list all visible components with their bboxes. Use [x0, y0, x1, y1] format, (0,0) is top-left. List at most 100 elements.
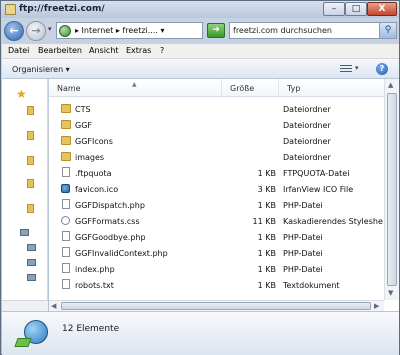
favorites-star-icon[interactable]: ★ [16, 87, 27, 101]
file-row[interactable]: robots.txt 1 KB Textdokument [49, 277, 384, 293]
file-type: Kaskadierendes Stylesheet-... [283, 217, 383, 226]
forward-button[interactable]: → [26, 21, 46, 41]
drive-icon[interactable] [27, 244, 36, 251]
file-row[interactable]: GGFFormats.css 11 KB Kaskadierendes Styles… [49, 213, 384, 229]
menu-bar: Datei Bearbeiten Ansicht Extras ? [2, 44, 399, 59]
php-file-icon [62, 247, 70, 257]
refresh-go-button[interactable]: ➜ [207, 23, 225, 38]
internet-globe-icon [59, 25, 71, 37]
file-type: PHP-Datei [283, 233, 323, 242]
file-row[interactable]: GGFInvalidContext.php 1 KB PHP-Datei [49, 245, 384, 261]
file-name[interactable]: GGFIcons [75, 137, 113, 146]
nav-folder-icon[interactable] [27, 131, 34, 140]
file-type: Dateiordner [283, 121, 331, 130]
scroll-up-icon[interactable]: ▲ [388, 81, 393, 89]
close-button[interactable]: X [367, 2, 397, 16]
column-size-label: Größe [230, 84, 255, 93]
address-row: ← → ▾ ▸ Internet ▸ freetzi.... ▾ ➜ freet… [1, 18, 399, 44]
file-name[interactable]: images [75, 153, 104, 162]
views-icon[interactable] [340, 65, 352, 74]
file-name[interactable]: favicon.ico [75, 185, 118, 194]
address-path[interactable]: ▸ Internet ▸ freetzi.... ▾ [75, 26, 165, 35]
file-name[interactable]: .ftpquota [75, 169, 112, 178]
file-name[interactable]: CTS [75, 105, 91, 114]
file-type: IrfanView ICO File [283, 185, 354, 194]
horizontal-scrollbar[interactable]: ◀ ▶ [49, 300, 384, 311]
column-name-label: Name [57, 84, 81, 93]
text-file-icon [62, 279, 70, 289]
scroll-down-icon[interactable]: ▼ [388, 289, 393, 297]
file-size: 1 KB [257, 265, 276, 274]
item-count: 12 Elemente [62, 324, 120, 334]
file-row[interactable]: GGFIcons Dateiordner [49, 133, 384, 149]
file-row[interactable]: .ftpquota 1 KB FTPQUOTA-Datei [49, 165, 384, 181]
file-list: Name ▲ Größe Typ CTS Dateiordner GGF Dateio… [49, 79, 399, 311]
navigation-pane: ★ [2, 79, 48, 311]
address-bar[interactable]: ▸ Internet ▸ freetzi.... ▾ [56, 22, 203, 39]
command-bar: Organisieren ▾ ▾ ? [2, 59, 399, 79]
file-row[interactable]: GGFGoodbye.php 1 KB PHP-Datei [49, 229, 384, 245]
file-row[interactable]: GGFDispatch.php 1 KB PHP-Datei [49, 197, 384, 213]
file-row[interactable]: favicon.ico 3 KB IrfanView ICO File [49, 181, 384, 197]
search-placeholder: freetzi.com durchsuchen [233, 26, 332, 35]
help-icon[interactable]: ? [376, 63, 388, 75]
column-header-size[interactable]: Größe [222, 79, 279, 97]
explorer-window: ftp://freetzi.com/ – □ X ← → ▾ ▸ Interne… [0, 0, 400, 355]
vertical-scroll-thumb[interactable] [387, 93, 397, 286]
file-row[interactable]: GGF Dateiordner [49, 117, 384, 133]
nav-folder-icon[interactable] [27, 156, 34, 165]
drive-icon[interactable] [27, 259, 36, 266]
file-row[interactable]: CTS Dateiordner [49, 101, 384, 117]
search-icon[interactable]: ⚲ [379, 23, 396, 38]
scroll-left-icon[interactable]: ◀ [51, 302, 56, 310]
file-name[interactable]: GGF [75, 121, 92, 130]
file-name[interactable]: GGFInvalidContext.php [75, 249, 168, 258]
menu-tools[interactable]: Extras [126, 46, 151, 55]
file-type: Dateiordner [283, 105, 331, 114]
drive-icon[interactable] [27, 274, 36, 281]
file-type: Textdokument [283, 281, 340, 290]
views-chevron-down-icon[interactable]: ▾ [355, 64, 359, 72]
file-icon [62, 167, 70, 177]
file-name[interactable]: GGFDispatch.php [75, 201, 145, 210]
sort-ascending-icon: ▲ [132, 81, 137, 88]
vertical-scrollbar[interactable]: ▲ ▼ [384, 79, 399, 300]
file-type: PHP-Datei [283, 265, 323, 274]
history-dropdown-icon[interactable]: ▾ [48, 25, 52, 33]
menu-help[interactable]: ? [160, 46, 164, 55]
menu-file[interactable]: Datei [8, 46, 29, 55]
folder-icon [61, 136, 71, 145]
ftp-folder-icon [5, 4, 16, 15]
nav-folder-icon[interactable] [27, 179, 34, 188]
file-size: 3 KB [257, 185, 276, 194]
back-button[interactable]: ← [4, 21, 24, 41]
organize-button[interactable]: Organisieren ▾ [12, 65, 70, 74]
horizontal-scroll-thumb[interactable] [61, 302, 371, 310]
minimize-button[interactable]: – [323, 2, 345, 16]
maximize-button[interactable]: □ [345, 2, 367, 16]
scroll-right-icon[interactable]: ▶ [374, 302, 379, 310]
file-name[interactable]: GGFFormats.css [75, 217, 140, 226]
menu-edit[interactable]: Bearbeiten [38, 46, 82, 55]
php-file-icon [62, 231, 70, 241]
nav-horizontal-scrollbar[interactable] [2, 300, 48, 311]
file-row[interactable]: images Dateiordner [49, 149, 384, 165]
file-row[interactable]: index.php 1 KB PHP-Datei [49, 261, 384, 277]
computer-icon[interactable] [20, 229, 29, 236]
file-size: 1 KB [257, 281, 276, 290]
nav-folder-icon[interactable] [27, 106, 34, 115]
column-header-type[interactable]: Typ [279, 79, 389, 97]
network-badge-icon [14, 338, 32, 347]
menu-view[interactable]: Ansicht [89, 46, 119, 55]
file-size: 1 KB [257, 169, 276, 178]
file-name[interactable]: index.php [75, 265, 115, 274]
column-header-name[interactable]: Name ▲ [49, 79, 222, 97]
search-input[interactable]: freetzi.com durchsuchen ⚲ [229, 22, 397, 39]
nav-folder-icon[interactable] [27, 204, 34, 213]
window-title: ftp://freetzi.com/ [19, 4, 105, 14]
file-name[interactable]: robots.txt [75, 281, 114, 290]
php-file-icon [62, 199, 70, 209]
details-pane: 12 Elemente [2, 311, 399, 355]
file-name[interactable]: GGFGoodbye.php [75, 233, 146, 242]
file-type: Dateiordner [283, 137, 331, 146]
